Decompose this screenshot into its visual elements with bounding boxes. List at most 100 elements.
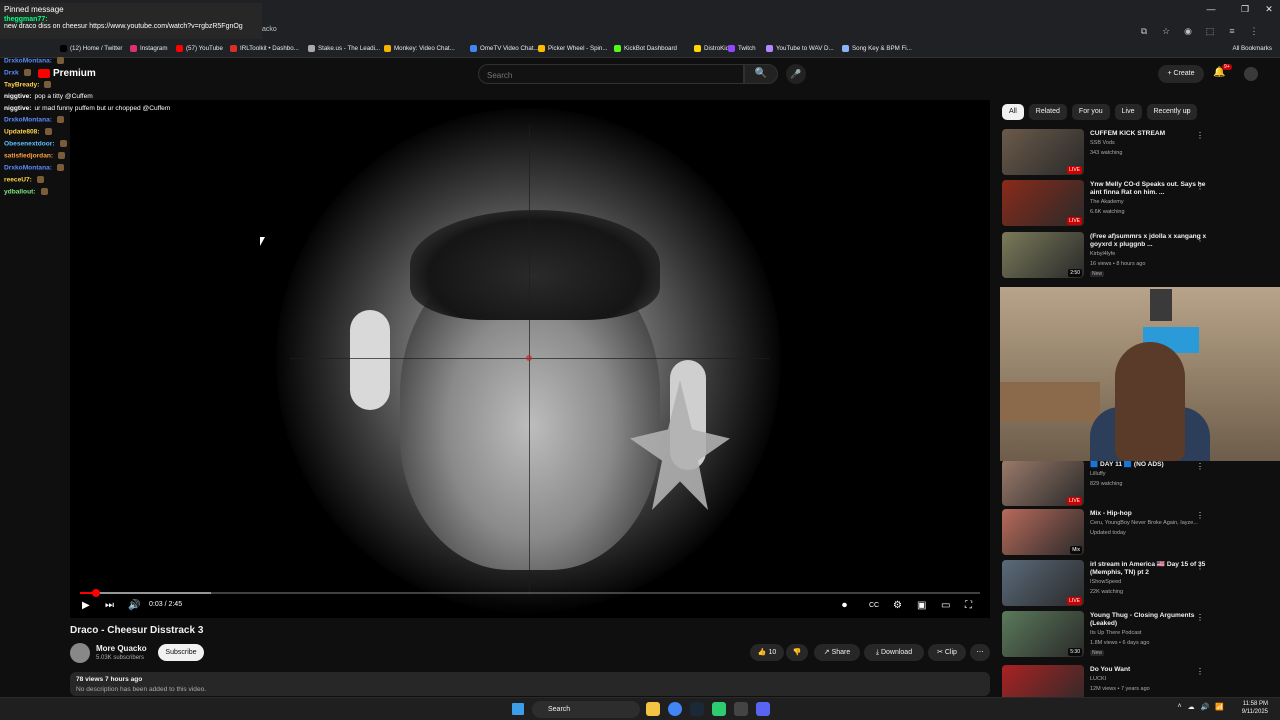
bookmark-item[interactable]: DistroKid	[694, 45, 729, 52]
more-vertical-icon[interactable]: ⋮	[1196, 182, 1204, 191]
close-button[interactable]: ✕	[1258, 4, 1280, 15]
download-button[interactable]: ⤓ Download	[864, 644, 924, 661]
recommendation-item[interactable]: 5:30 Young Thug - Closing Arguments (Leak…	[1002, 611, 1272, 659]
app-icon[interactable]	[712, 702, 726, 716]
recommendation-item[interactable]: LIVE Ynw Melly CO-d Speaks out. Says he a…	[1002, 180, 1272, 228]
wifi-icon[interactable]: 📶	[1215, 703, 1224, 711]
filter-chip[interactable]: Recently up	[1146, 104, 1198, 120]
progress-bar[interactable]	[80, 589, 980, 597]
chevron-right-icon[interactable]: ›	[1186, 106, 1189, 115]
chat-username[interactable]: DrxkoMontana:	[4, 57, 52, 64]
bookmark-item[interactable]: Instagram	[130, 45, 168, 52]
recommendation-channel[interactable]: SSB Vods	[1090, 140, 1115, 146]
bookmark-item[interactable]: (57) YouTube	[176, 45, 223, 52]
recommendation-title[interactable]: Do You Want	[1090, 666, 1210, 674]
recommendation-title[interactable]: CUFFEM KICK STREAM	[1090, 130, 1210, 138]
chat-username[interactable]: TayBready:	[4, 81, 39, 88]
more-vertical-icon[interactable]: ⋮	[1196, 462, 1204, 471]
chat-username[interactable]: ydballout:	[4, 188, 36, 195]
windows-start-icon[interactable]	[512, 703, 524, 715]
recommendation-title[interactable]: 🟦 DAY 11 🟦 (NO ADS)	[1090, 461, 1210, 469]
chevron-up-icon[interactable]: ˄	[1177, 703, 1181, 711]
next-icon[interactable]: ⏭	[105, 600, 114, 611]
extension-icon[interactable]: ◉	[1182, 26, 1194, 37]
bookmark-item[interactable]: IRLToolkit • Dashbo...	[230, 45, 299, 52]
more-vertical-icon[interactable]: ⋮	[1196, 562, 1204, 571]
chrome-icon[interactable]	[668, 702, 682, 716]
more-actions-button[interactable]: ⋯	[970, 644, 990, 661]
progress-scrubber[interactable]	[92, 589, 101, 597]
more-vertical-icon[interactable]: ⋮	[1196, 613, 1204, 622]
filter-chip[interactable]: Related	[1028, 104, 1067, 120]
extensions-puzzle-icon[interactable]: ⬚	[1204, 26, 1216, 37]
more-vertical-icon[interactable]: ⋮	[1196, 511, 1204, 520]
cast-icon[interactable]: ⧉	[1138, 26, 1150, 37]
chat-username[interactable]: satisfiedjordan:	[4, 152, 53, 159]
settings-icon[interactable]: ⚙	[893, 600, 902, 611]
bookmark-item[interactable]: OmeTV Video Chat...	[470, 45, 539, 52]
recommendation-title[interactable]: Ynw Melly CO-d Speaks out. Says he aint …	[1090, 181, 1210, 197]
share-button[interactable]: ↗ Share	[814, 644, 860, 661]
channel-avatar[interactable]	[70, 643, 90, 663]
play-icon[interactable]: ▶	[82, 600, 90, 611]
reading-list-icon[interactable]: ≡	[1226, 26, 1238, 37]
recommendation-channel[interactable]: Ceru, YoungBoy Never Broke Again, Iayze.…	[1090, 520, 1198, 526]
create-button[interactable]: + Create	[1158, 65, 1204, 83]
recommendation-title[interactable]: Young Thug - Closing Arguments (Leaked)	[1090, 612, 1210, 628]
cloud-icon[interactable]: ☁	[1188, 703, 1195, 711]
recommendation-channel[interactable]: Lilluffy	[1090, 471, 1106, 477]
channel-name[interactable]: More Quacko	[96, 644, 147, 653]
bookmark-item[interactable]: KickBot Dashboard	[614, 45, 677, 52]
filter-chip[interactable]: For you	[1071, 104, 1110, 120]
steam-icon[interactable]	[690, 702, 704, 716]
recommendation-item[interactable]: LIVE 🟦 DAY 11 🟦 (NO ADS) Lilluffy 829 watch…	[1002, 460, 1272, 508]
account-avatar[interactable]	[1244, 67, 1258, 81]
more-vertical-icon[interactable]: ⋮	[1196, 667, 1204, 676]
recommendation-channel[interactable]: The Akademy	[1090, 199, 1124, 205]
bookmark-item[interactable]: Picker Wheel - Spin...	[538, 45, 608, 52]
chat-username[interactable]: Drxk	[4, 69, 19, 76]
recommendation-channel[interactable]: Kirbyl4lyfe	[1090, 251, 1115, 257]
chat-username[interactable]: DrxkoMontana:	[4, 117, 52, 124]
recommendation-item[interactable]: 2:50 (Free af)summrs x jdolla x xangang x…	[1002, 232, 1272, 280]
recommendation-item[interactable]: LIVE irl stream in America 🇺🇸 Day 15 of 3…	[1002, 560, 1272, 608]
recommendation-channel[interactable]: Its Up There Podcast	[1090, 630, 1142, 636]
system-clock[interactable]: 11:58 PM 9/11/2025	[1242, 700, 1268, 716]
discord-icon[interactable]	[756, 702, 770, 716]
bookmark-item[interactable]: Stake.us - The Leadi...	[308, 45, 380, 52]
chat-username[interactable]: Obesenextdoor:	[4, 140, 55, 147]
taskbar-search[interactable]: Search	[532, 701, 640, 718]
voice-search-button[interactable]: 🎤	[786, 64, 806, 84]
recommendation-title[interactable]: Mix - Hip-hop	[1090, 510, 1210, 518]
description-box[interactable]: 78 views 7 hours ago No description has …	[70, 672, 990, 696]
chat-username[interactable]: reeceU7:	[4, 176, 32, 183]
file-explorer-icon[interactable]	[646, 702, 660, 716]
bookmark-item[interactable]: Monkey: Video Chat...	[384, 45, 455, 52]
browser-menu-icon[interactable]: ⋮	[1248, 26, 1260, 37]
more-vertical-icon[interactable]: ⋮	[1196, 234, 1204, 243]
chat-username[interactable]: niggtive:	[4, 105, 31, 112]
like-button[interactable]: 👍 10	[750, 644, 784, 661]
all-bookmarks-button[interactable]: All Bookmarks	[1232, 45, 1272, 52]
bookmark-item[interactable]: (12) Home / Twitter	[60, 45, 123, 52]
filter-chip[interactable]: Live	[1114, 104, 1142, 120]
bookmark-item[interactable]: Twitch	[728, 45, 756, 52]
search-button[interactable]: 🔍	[744, 64, 778, 84]
recommendation-title[interactable]: irl stream in America 🇺🇸 Day 15 of 35 (M…	[1090, 561, 1210, 577]
theater-mode-icon[interactable]: ▭	[941, 600, 950, 611]
speaker-icon[interactable]: 🔊	[1201, 703, 1210, 711]
captions-icon[interactable]: CC	[869, 602, 879, 609]
volume-icon[interactable]: 🔊	[128, 600, 140, 611]
filter-chip[interactable]: All	[1002, 104, 1024, 120]
recommendation-title[interactable]: (Free af)summrs x jdolla x xangang x goy…	[1090, 233, 1210, 249]
recommendation-item[interactable]: LIVE CUFFEM KICK STREAM SSB Vods 343 watchi…	[1002, 129, 1272, 177]
chat-username[interactable]: Update808:	[4, 129, 40, 136]
recommendation-channel[interactable]: IShowSpeed	[1090, 579, 1121, 585]
subscribe-button[interactable]: Subscribe	[158, 644, 204, 661]
recommendation-channel[interactable]: LUCKI	[1090, 676, 1106, 682]
more-vertical-icon[interactable]: ⋮	[1196, 131, 1204, 140]
minimize-button[interactable]: —	[1200, 4, 1222, 14]
autoplay-toggle-icon[interactable]: ⏺	[842, 600, 847, 611]
search-box[interactable]	[478, 64, 744, 85]
chat-username[interactable]: niggtive:	[4, 93, 31, 100]
